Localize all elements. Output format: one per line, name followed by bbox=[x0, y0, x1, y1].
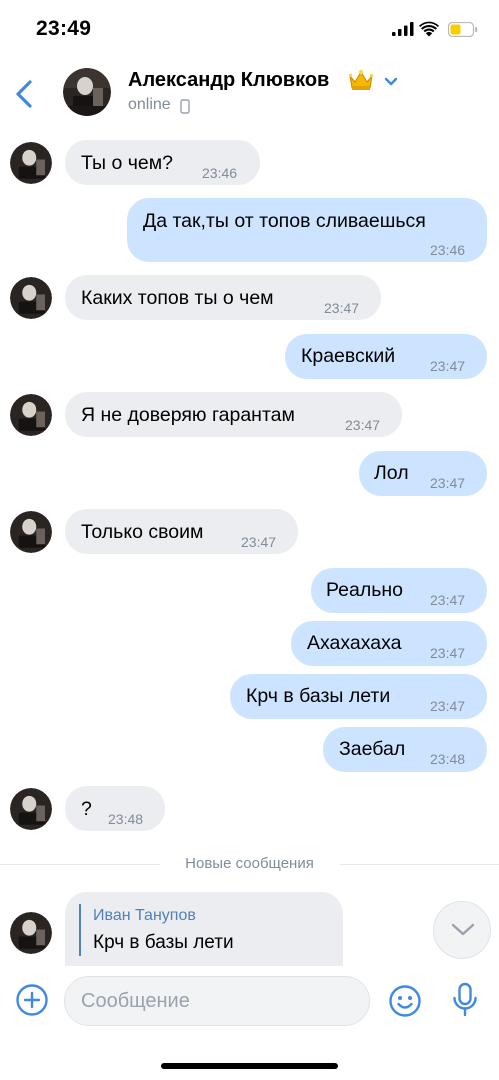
message-time: 23:47 bbox=[345, 417, 381, 433]
battery-icon bbox=[448, 22, 478, 37]
message-text: Краевский bbox=[301, 345, 396, 367]
attach-button[interactable] bbox=[15, 983, 49, 1022]
wifi-icon bbox=[419, 21, 439, 37]
new-messages-divider: Новые сообщения bbox=[0, 855, 499, 872]
message-bubble-incoming[interactable]: Я не доверяю гарантам 23:47 bbox=[65, 392, 402, 437]
smile-icon bbox=[389, 985, 421, 1017]
avatar-image bbox=[63, 68, 111, 116]
avatar-image bbox=[10, 142, 52, 184]
back-button[interactable] bbox=[10, 74, 40, 114]
sender-avatar[interactable] bbox=[10, 511, 52, 553]
message-bubble-outgoing[interactable]: Ахахахаха 23:47 bbox=[291, 621, 487, 666]
chat-header: Александр Клювков online bbox=[0, 60, 499, 124]
signal-icon bbox=[392, 22, 414, 36]
message-bubble-outgoing[interactable]: Лол 23:47 bbox=[359, 451, 487, 496]
message-time: 23:46 bbox=[430, 242, 466, 258]
avatar-image bbox=[10, 394, 52, 436]
sender-avatar[interactable] bbox=[10, 277, 52, 319]
message-time: 23:47 bbox=[430, 592, 466, 608]
chevron-down-icon[interactable] bbox=[383, 75, 399, 93]
plus-circle-icon bbox=[16, 984, 48, 1016]
contact-avatar[interactable] bbox=[63, 68, 111, 116]
phone-icon bbox=[180, 99, 190, 114]
chevron-left-icon bbox=[16, 80, 32, 108]
status-time: 23:49 bbox=[36, 17, 92, 40]
avatar-image bbox=[10, 788, 52, 830]
message-text: Только своим bbox=[81, 521, 204, 543]
avatar-image bbox=[10, 277, 52, 319]
home-indicator bbox=[161, 1063, 338, 1069]
sender-avatar[interactable] bbox=[10, 142, 52, 184]
sender-avatar[interactable] bbox=[10, 788, 52, 830]
message-time: 23:47 bbox=[241, 534, 277, 550]
message-bubble-outgoing[interactable]: Заебал 23:48 bbox=[323, 727, 487, 772]
message-text: ? bbox=[81, 798, 92, 820]
message-bubble-outgoing[interactable]: Реально 23:47 bbox=[311, 568, 487, 613]
avatar-image bbox=[10, 511, 52, 553]
divider-label: Новые сообщения bbox=[175, 855, 324, 872]
contact-name[interactable]: Александр Клювков bbox=[128, 69, 329, 92]
message-text: Ахахахаха bbox=[307, 632, 402, 654]
message-text: Лол bbox=[374, 462, 409, 484]
message-text: Ты о чем? bbox=[81, 152, 174, 174]
message-time: 23:46 bbox=[202, 165, 238, 181]
message-time: 23:47 bbox=[324, 300, 360, 316]
message-bubble-reply[interactable]: Иван Танупов Крч в базы лети bbox=[65, 892, 343, 966]
message-time: 23:48 bbox=[108, 811, 144, 827]
crown-icon bbox=[348, 68, 374, 97]
message-text: Заебал bbox=[339, 738, 406, 760]
scroll-down-button[interactable] bbox=[433, 901, 491, 959]
sender-avatar[interactable] bbox=[10, 394, 52, 436]
reply-author[interactable]: Иван Танупов bbox=[93, 907, 196, 925]
microphone-icon bbox=[453, 982, 477, 1017]
message-bubble-incoming[interactable]: Ты о чем? 23:46 bbox=[65, 140, 260, 185]
message-input[interactable]: Сообщение bbox=[64, 976, 370, 1026]
message-text: Каких топов ты о чем bbox=[81, 287, 274, 309]
voice-message-button[interactable] bbox=[451, 982, 479, 1023]
message-bubble-incoming[interactable]: ? 23:48 bbox=[65, 786, 165, 831]
emoji-button[interactable] bbox=[388, 984, 422, 1023]
online-status: online bbox=[128, 96, 171, 113]
reply-quote-bar bbox=[79, 904, 81, 956]
message-bubble-outgoing[interactable]: Да так,ты от топов сливаешься 23:46 bbox=[127, 198, 487, 262]
message-time: 23:47 bbox=[430, 645, 466, 661]
message-bubble-outgoing[interactable]: Краевский 23:47 bbox=[285, 334, 487, 379]
message-bubble-outgoing[interactable]: Крч в базы лети 23:47 bbox=[230, 674, 487, 719]
message-composer: Сообщение bbox=[0, 966, 499, 1036]
avatar-image bbox=[10, 912, 52, 954]
status-bar: 23:49 bbox=[0, 0, 499, 60]
message-time: 23:47 bbox=[430, 358, 466, 374]
message-time: 23:47 bbox=[430, 475, 466, 491]
message-time: 23:48 bbox=[430, 751, 466, 767]
message-text: Да так,ты от топов сливаешься bbox=[143, 210, 426, 232]
message-text: Я не доверяю гарантам bbox=[81, 404, 295, 426]
message-text: Крч в базы лети bbox=[246, 685, 391, 707]
sender-avatar[interactable] bbox=[10, 912, 52, 954]
chevron-down-icon bbox=[451, 923, 475, 936]
message-time: 23:47 bbox=[430, 698, 466, 714]
reply-quoted-text: Крч в базы лети bbox=[93, 932, 234, 953]
message-bubble-incoming[interactable]: Только своим 23:47 bbox=[65, 509, 298, 554]
message-text: Реально bbox=[326, 579, 403, 601]
message-bubble-incoming[interactable]: Каких топов ты о чем 23:47 bbox=[65, 275, 381, 320]
